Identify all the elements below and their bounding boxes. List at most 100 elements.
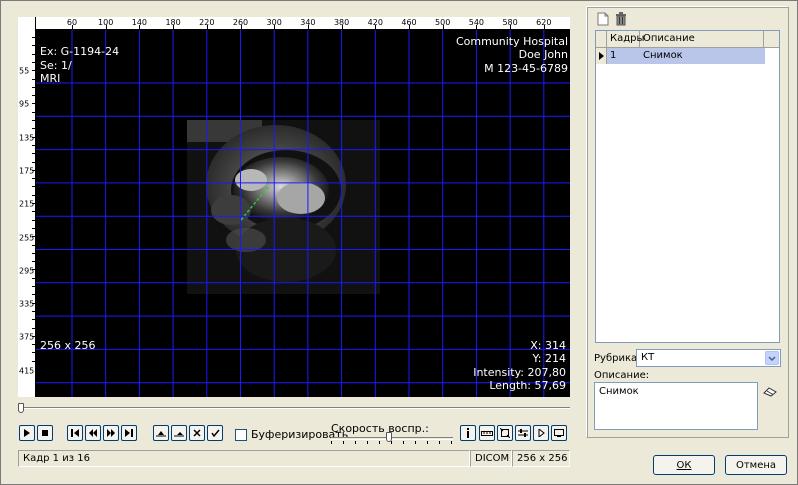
ruler-y-tick	[32, 86, 35, 88]
image-area[interactable]	[36, 30, 570, 397]
vertical-ruler: 55 95 135 175 215 255 295 335 375 415	[18, 17, 36, 397]
ruler-y-tick	[32, 227, 35, 229]
length-label: Length: 57,69	[489, 379, 566, 392]
ruler-y-tick-label: 135	[19, 133, 35, 143]
frame-slider[interactable]	[18, 403, 570, 413]
ruler-tool-button[interactable]	[479, 425, 495, 441]
patient-id-label: M 123-45-6789	[484, 62, 568, 75]
ruler-x-tick	[105, 25, 107, 29]
ruler-y-tick	[32, 310, 35, 312]
ruler-y-tick-label: 255	[19, 233, 35, 242]
patient-name-label: Doe John	[518, 48, 568, 61]
ruler-y-tick-label: 215	[19, 199, 35, 209]
info-button[interactable]	[460, 425, 476, 441]
apply-mark-button[interactable]	[207, 425, 223, 441]
ruler-x-tick	[240, 25, 242, 29]
ruler-y-tick	[32, 294, 35, 296]
speed-tick	[451, 441, 452, 444]
previous-frame-button[interactable]	[85, 425, 101, 441]
ruler-y-tick	[32, 219, 35, 221]
buffer-checkbox-box[interactable]	[235, 428, 247, 441]
frames-table[interactable]: Кадры Описание 1 Снимок	[595, 30, 780, 343]
ruler-y-tick	[32, 269, 35, 271]
delete-mark-button[interactable]	[189, 425, 205, 441]
ruler-y-tick	[32, 78, 35, 80]
playback-speed-track[interactable]	[331, 437, 453, 440]
mark-start-button[interactable]	[153, 425, 169, 441]
trash-icon	[616, 12, 626, 26]
table-row[interactable]: 1 Снимок	[596, 48, 765, 64]
chevron-down-icon[interactable]	[765, 351, 779, 365]
last-frame-button[interactable]	[121, 425, 137, 441]
ruler-y-tick	[32, 61, 35, 63]
frame-slider-thumb[interactable]	[18, 403, 24, 413]
ruler-x-tick	[442, 25, 444, 29]
frame-counter: Кадр 1 из 16	[18, 450, 470, 467]
playback-speed-thumb[interactable]	[385, 432, 392, 442]
eraser-button[interactable]	[763, 387, 777, 400]
delete-frame-button[interactable]	[615, 12, 627, 29]
ruler-y-tick-label: 175	[19, 166, 35, 176]
export-button[interactable]	[551, 425, 567, 441]
ruler-y-tick	[32, 153, 35, 155]
rewind-icon	[89, 429, 97, 437]
ruler-y-tick	[32, 211, 35, 213]
ruler-y-tick	[32, 45, 35, 47]
ruler-y-tick	[32, 360, 35, 362]
fast-forward-icon	[107, 429, 115, 437]
ruler-x-tick	[375, 25, 377, 29]
stop-button[interactable]	[37, 425, 53, 441]
new-document-icon	[597, 12, 609, 26]
mark-end-button[interactable]	[171, 425, 187, 441]
next-button[interactable]	[533, 425, 549, 441]
image-size-indicator: 256 x 256	[512, 450, 570, 467]
ok-button[interactable]: ОК	[653, 455, 715, 475]
first-frame-button[interactable]	[67, 425, 83, 441]
frame-slider-track	[18, 407, 570, 409]
new-frame-button[interactable]	[597, 12, 609, 29]
ruler-y-tick	[32, 169, 35, 171]
column-frames[interactable]: Кадры	[607, 31, 644, 47]
ruler-y-tick	[32, 244, 35, 246]
ruler-x-tick	[274, 25, 276, 29]
speed-tick	[439, 441, 440, 444]
ruler-y-tick	[32, 103, 35, 105]
ruler-x-tick	[173, 25, 175, 29]
speed-tick	[355, 441, 356, 444]
skip-first-icon	[71, 429, 79, 437]
column-description[interactable]: Описание	[640, 31, 764, 47]
status-bar: Кадр 1 из 16 DICOM 256 x 256	[18, 450, 570, 467]
ruler-y-tick	[32, 136, 35, 138]
ruler-y-tick-label: 415	[19, 366, 35, 376]
ruler-y-tick	[32, 178, 35, 180]
speed-tick	[343, 441, 344, 444]
ruler-y-tick-label: 375	[19, 332, 35, 342]
ruler-y-tick	[32, 327, 35, 329]
hospital-label: Community Hospital	[455, 35, 568, 48]
ruler-x-tick	[409, 25, 410, 29]
close-icon	[193, 429, 201, 437]
ruler-y-tick	[32, 120, 35, 121]
frame-number-cell: 1	[610, 50, 617, 61]
rubric-value: КТ	[641, 352, 655, 363]
ruler-y-tick	[32, 194, 35, 196]
skip-last-icon	[125, 429, 133, 437]
ruler-y-tick-label: 335	[19, 299, 35, 309]
fit-to-window-button[interactable]	[497, 425, 513, 441]
ruler-x-tick	[307, 25, 309, 29]
play-button[interactable]	[19, 425, 35, 441]
next-frame-button[interactable]	[103, 425, 119, 441]
rubric-select[interactable]: КТ	[636, 349, 781, 367]
x-coordinate-label: X: 314	[530, 339, 566, 352]
ruler-icon	[481, 431, 493, 436]
ruler-y-tick-label: 95	[19, 99, 30, 109]
adjust-button[interactable]	[515, 425, 531, 441]
description-field[interactable]: Снимок	[594, 382, 758, 430]
speed-tick	[403, 441, 404, 444]
ruler-y-tick	[32, 319, 35, 321]
eraser-icon	[763, 387, 777, 397]
ruler-x-tick	[139, 25, 141, 29]
cancel-button[interactable]: Отмена	[725, 455, 787, 475]
ruler-x-tick	[510, 25, 512, 29]
frame-description-cell: Снимок	[643, 50, 683, 61]
